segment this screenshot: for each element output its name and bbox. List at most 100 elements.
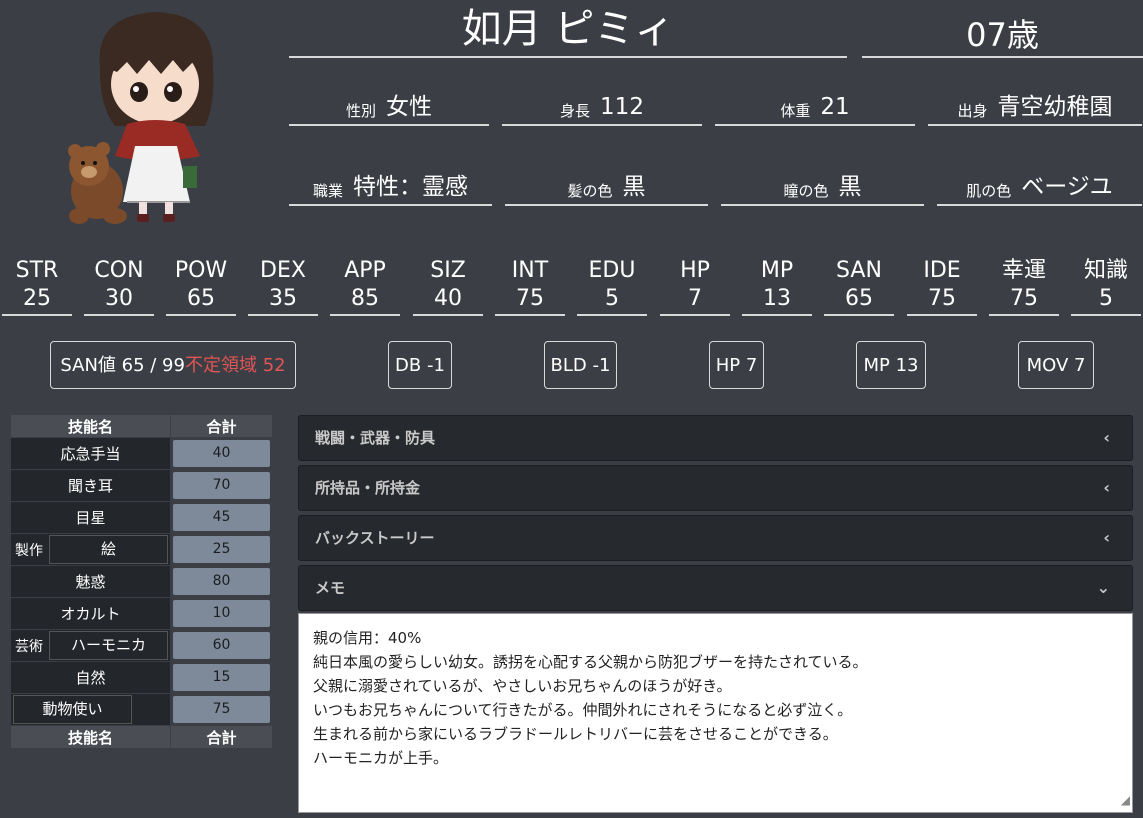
skill-value-input[interactable]: 40 <box>173 440 270 467</box>
skill-name: 自然 <box>10 661 171 694</box>
resize-handle-icon[interactable]: ◢ <box>1121 788 1130 812</box>
profile-value: 112 <box>600 94 644 120</box>
stat-dex: DEX 35 <box>248 258 318 316</box>
chevron-left-icon: ‹ <box>1103 478 1110 497</box>
profile-label: 性別 <box>345 102 376 120</box>
section-backstory[interactable]: バックストーリー ‹ <box>298 515 1133 561</box>
table-row: 目星 45 <box>10 501 273 534</box>
skill-name: 聞き耳 <box>10 469 171 502</box>
profile-occupation: 職業 特性：霊感 <box>289 170 492 206</box>
stat-label: DEX <box>260 258 306 283</box>
memo-line: 父親に溺愛されているが、やさしいお兄ちゃんのほうが好き。 <box>313 677 732 695</box>
stat-app: APP 85 <box>330 258 400 316</box>
skills-header: 技能名 合計 <box>10 414 273 438</box>
profile-label: 肌の色 <box>966 182 1012 200</box>
profile-value: 黒 <box>622 174 646 200</box>
stat-con: CON 30 <box>84 258 154 316</box>
profile-label: 出身 <box>957 102 988 120</box>
character-age: 07歳 <box>862 4 1143 58</box>
memo-line: 生まれる前から家にいるラブラドールレトリバーに芸をさせることができる。 <box>313 725 838 743</box>
profile-value: 21 <box>820 94 850 120</box>
stat-hp: HP 7 <box>660 258 730 316</box>
table-row: 魅惑 80 <box>10 565 273 598</box>
profile-weight: 体重 21 <box>715 90 915 126</box>
stat-luck: 幸運 75 <box>989 258 1059 316</box>
section-combat[interactable]: 戦闘・武器・防具 ‹ <box>298 415 1133 461</box>
stat-san: SAN 65 <box>824 258 894 316</box>
header-total: 合計 <box>170 414 273 438</box>
stat-value: 75 <box>495 286 565 316</box>
skill-value-input[interactable]: 10 <box>173 600 270 627</box>
chevron-left-icon: ‹ <box>1103 428 1110 447</box>
section-memo[interactable]: メモ ⌄ <box>298 565 1133 611</box>
table-row: オカルト 10 <box>10 597 273 630</box>
db-box: DB -1 <box>388 341 452 389</box>
profile-value: ベージユ <box>1021 174 1113 200</box>
section-label: 戦闘・武器・防具 <box>315 429 436 447</box>
stat-value: 65 <box>824 286 894 316</box>
chevron-down-icon: ⌄ <box>1096 578 1110 597</box>
stat-value: 75 <box>907 286 977 316</box>
skill-value-input[interactable]: 70 <box>173 472 270 499</box>
stat-siz: SIZ 40 <box>413 258 483 316</box>
indefinite-zone: 不定領域 52 <box>184 355 286 376</box>
section-possessions[interactable]: 所持品・所持金 ‹ <box>298 465 1133 511</box>
stat-label: IDE <box>923 258 961 283</box>
skill-value-input[interactable]: 75 <box>173 696 270 723</box>
stat-edu: EDU 5 <box>577 258 647 316</box>
stat-label: MP <box>760 258 794 283</box>
san-value: SAN値 65 / 99 <box>60 355 185 376</box>
skill-name: 目星 <box>10 501 171 534</box>
bld-box: BLD -1 <box>544 341 617 389</box>
stat-mp: MP 13 <box>742 258 812 316</box>
profile-hair-color: 髪の色 黒 <box>505 170 708 206</box>
skill-value-input[interactable]: 60 <box>173 632 270 659</box>
memo-textarea[interactable]: 親の信用：40% 純日本風の愛らしい幼女。誘拐を心配する父親から防犯ブザーを持た… <box>298 613 1133 813</box>
profile-label: 髪の色 <box>567 182 613 200</box>
mp-box: MP 13 <box>856 341 926 389</box>
memo-line: 純日本風の愛らしい幼女。誘拐を心配する父親から防犯ブザーを持たされている。 <box>313 653 868 671</box>
skill-subname-input[interactable]: 絵 <box>49 535 168 564</box>
skill-value-input[interactable]: 45 <box>173 504 270 531</box>
stat-value: 35 <box>248 286 318 316</box>
stat-label: CON <box>94 258 144 283</box>
stat-label: STR <box>15 258 59 283</box>
skill-name: 魅惑 <box>10 565 171 598</box>
character-portrait <box>68 12 214 224</box>
table-row: 製作 絵 25 <box>10 533 273 566</box>
stat-value: 5 <box>577 286 647 316</box>
skill-group: 製作 <box>11 539 47 560</box>
stat-value: 75 <box>989 286 1059 316</box>
table-row: 聞き耳 70 <box>10 469 273 502</box>
footer-total: 合計 <box>170 725 273 749</box>
skills-footer: 技能名 合計 <box>10 725 273 749</box>
stat-value: 25 <box>2 286 72 316</box>
stat-str: STR 25 <box>2 258 72 316</box>
profile-label: 職業 <box>312 182 343 200</box>
stat-value: 65 <box>166 286 236 316</box>
skill-name: オカルト <box>10 597 171 630</box>
stat-label: SIZ <box>430 258 466 283</box>
profile-label: 体重 <box>780 102 811 120</box>
skill-subname-input[interactable]: 動物使い <box>13 695 132 724</box>
profile-skin-color: 肌の色 ベージユ <box>937 170 1142 206</box>
profile-height: 身長 112 <box>502 90 702 126</box>
skill-subname-input[interactable]: ハーモニカ <box>49 631 168 660</box>
stat-label: EDU <box>588 258 636 283</box>
stat-label: 幸運 <box>1001 258 1046 283</box>
skill-value-input[interactable]: 80 <box>173 568 270 595</box>
chevron-left-icon: ‹ <box>1103 528 1110 547</box>
profile-value: 青空幼稚園 <box>997 94 1113 120</box>
footer-skill-name: 技能名 <box>10 725 171 749</box>
table-row: 自然 15 <box>10 661 273 694</box>
mov-box: MOV 7 <box>1018 341 1094 389</box>
san-box: SAN値 65 / 99不定領域 52 <box>50 341 296 389</box>
skill-value-input[interactable]: 15 <box>173 664 270 691</box>
profile-value: 黒 <box>838 174 862 200</box>
skill-value-input[interactable]: 25 <box>173 536 270 563</box>
profile-value: 女性 <box>386 94 432 120</box>
stat-label: APP <box>344 258 386 283</box>
section-label: バックストーリー <box>315 529 435 547</box>
stat-value: 30 <box>84 286 154 316</box>
stat-int: INT 75 <box>495 258 565 316</box>
